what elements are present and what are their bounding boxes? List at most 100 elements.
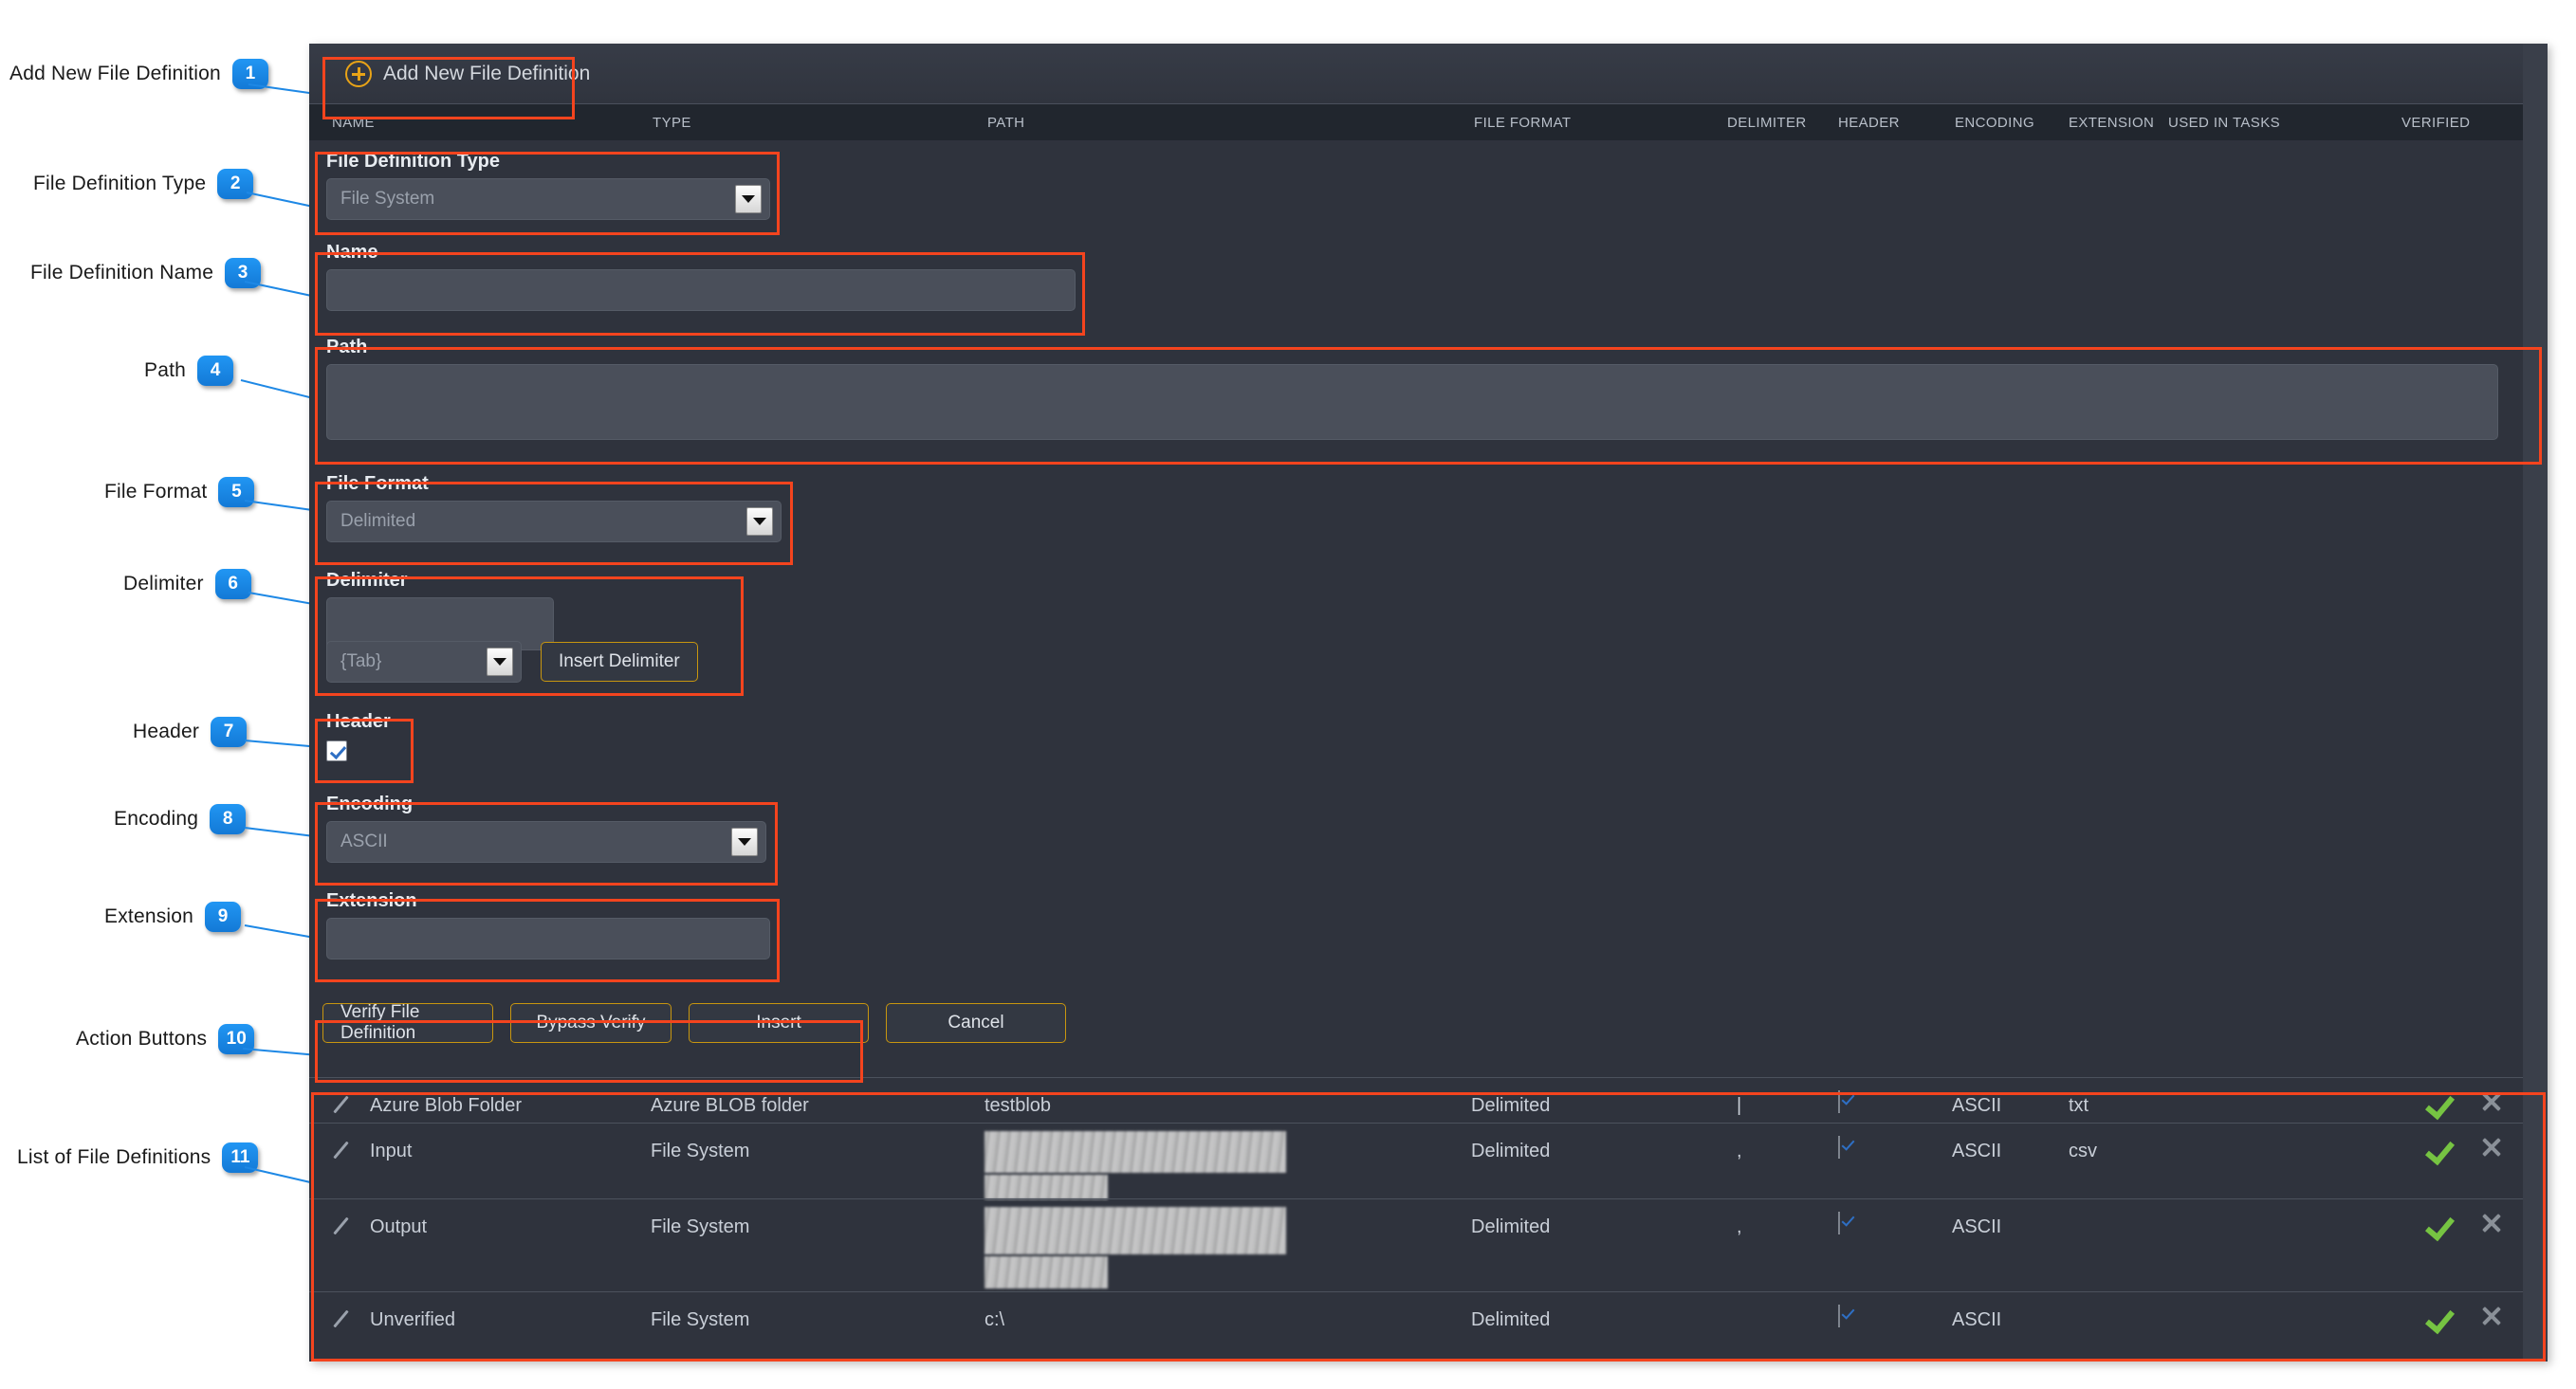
chevron-down-icon[interactable] (746, 507, 773, 536)
callout-badge: 7 (211, 717, 248, 747)
field-path: Path (317, 328, 2508, 449)
file-definition-type-value: File System (340, 189, 435, 209)
table-row[interactable]: Unverified File System c:\ Delimited ASC… (309, 1291, 2523, 1350)
cancel-button[interactable]: Cancel (886, 1003, 1066, 1043)
delete-row-icon[interactable] (2479, 1304, 2504, 1328)
table-row[interactable]: Azure Blob Folder Azure BLOB folder test… (309, 1077, 2523, 1123)
callout-leader (246, 192, 320, 210)
name-input[interactable] (326, 269, 1076, 311)
toolbar: Add New File Definition (309, 44, 2523, 104)
insert-delimiter-button[interactable]: Insert Delimiter (541, 642, 698, 682)
callout-6: Delimiter 6 (123, 569, 251, 599)
field-extension: Extension (317, 882, 780, 969)
callout-3: File Definition Name 3 (30, 258, 262, 288)
extension-label: Extension (326, 890, 417, 911)
callout-badge: 2 (217, 169, 254, 199)
plus-circle-icon (345, 61, 372, 87)
file-format-label: File Format (326, 473, 429, 494)
callout-4: Path 4 (144, 356, 233, 386)
file-definitions-panel: Add New File Definition NAME TYPE PATH F… (309, 44, 2548, 1362)
callout-leader (244, 281, 320, 299)
column-header-file-format: FILE FORMAT (1474, 115, 1572, 131)
verified-check-icon[interactable] (2426, 1089, 2455, 1118)
callout-label: Extension (104, 905, 194, 927)
verified-check-icon[interactable] (2426, 1211, 2455, 1239)
verify-file-definition-button[interactable]: Verify File Definition (322, 1002, 493, 1043)
row-header-checkbox[interactable] (1838, 1090, 1840, 1113)
callout-label: Add New File Definition (9, 63, 221, 84)
cell-encoding: ASCII (1952, 1095, 2002, 1116)
cell-file-format: Delimited (1471, 1141, 1551, 1161)
vertical-scrollbar[interactable] (2523, 44, 2548, 1362)
edit-icon[interactable] (330, 1095, 351, 1116)
insert-button[interactable]: Insert (689, 1003, 869, 1043)
edit-icon[interactable] (330, 1141, 351, 1161)
cell-name: Output (370, 1216, 428, 1237)
delimiter-select[interactable]: {Tab} (326, 641, 522, 683)
cell-type: File System (651, 1141, 750, 1161)
column-header-row: NAME TYPE PATH FILE FORMAT DELIMITER HEA… (309, 104, 2523, 140)
bypass-verify-button[interactable]: Bypass Verify (510, 1003, 672, 1043)
file-definition-type-select[interactable]: File System (326, 178, 770, 220)
edit-icon[interactable] (330, 1216, 351, 1237)
callout-2: File Definition Type 2 (33, 169, 254, 199)
edit-icon[interactable] (330, 1309, 351, 1330)
callout-label: File Definition Type (33, 173, 207, 194)
callout-badge: 4 (197, 356, 233, 386)
callout-label: Path (144, 359, 186, 381)
delimiter-select-value: {Tab} (340, 651, 382, 671)
add-new-file-definition-button[interactable]: Add New File Definition (332, 53, 603, 95)
cell-path-redacted (984, 1131, 1286, 1173)
column-header-extension: EXTENSION (2069, 115, 2155, 131)
encoding-select[interactable]: ASCII (326, 821, 766, 863)
field-header: Header (317, 703, 421, 771)
cell-name: Input (370, 1141, 413, 1161)
cell-encoding: ASCII (1952, 1141, 2002, 1161)
callout-badge: 6 (214, 569, 251, 599)
cell-type: File System (651, 1216, 750, 1237)
cell-type: File System (651, 1309, 750, 1330)
table-row[interactable]: Output File System Delimited , ASCII (309, 1198, 2523, 1291)
delete-row-icon[interactable] (2479, 1135, 2504, 1160)
cell-path-redacted (984, 1207, 1286, 1254)
chevron-down-icon[interactable] (731, 828, 758, 856)
cell-delimiter: | (1737, 1095, 1742, 1116)
field-file-definition-type: File Definition Type File System (317, 142, 780, 229)
verified-check-icon[interactable] (2426, 1304, 2455, 1332)
callout-label: Header (133, 721, 200, 742)
chevron-down-icon[interactable] (735, 185, 762, 213)
column-header-header: HEADER (1838, 115, 1900, 131)
row-header-checkbox[interactable] (1838, 1136, 1840, 1159)
cell-path: testblob (984, 1095, 1052, 1116)
row-header-checkbox[interactable] (1838, 1305, 1840, 1327)
delete-row-icon[interactable] (2479, 1089, 2504, 1114)
callout-badge: 5 (218, 477, 255, 507)
header-label: Header (326, 711, 391, 732)
encoding-label: Encoding (326, 794, 414, 814)
cell-extension: txt (2069, 1095, 2089, 1116)
callout-5: File Format 5 (104, 477, 255, 507)
file-format-select[interactable]: Delimited (326, 501, 782, 542)
extension-input[interactable] (326, 918, 770, 960)
cell-encoding: ASCII (1952, 1309, 2002, 1330)
cell-path-redacted (984, 1256, 1108, 1288)
cell-header (1838, 1212, 1840, 1234)
path-input[interactable] (326, 364, 2498, 440)
column-header-delimiter: DELIMITER (1727, 115, 1807, 131)
file-format-value: Delimited (340, 511, 416, 531)
cell-header (1838, 1136, 1840, 1159)
column-header-encoding: ENCODING (1955, 115, 2035, 131)
row-header-checkbox[interactable] (1838, 1212, 1840, 1234)
verified-check-icon[interactable] (2426, 1135, 2455, 1163)
column-header-path: PATH (987, 115, 1025, 131)
callout-badge: 8 (210, 804, 247, 834)
delete-row-icon[interactable] (2479, 1211, 2504, 1235)
cell-file-format: Delimited (1471, 1095, 1551, 1116)
header-checkbox[interactable] (326, 740, 347, 761)
column-header-type: TYPE (653, 115, 691, 131)
callout-9: Extension 9 (104, 902, 242, 932)
table-row[interactable]: Input File System Delimited , ASCII csv (309, 1123, 2523, 1199)
chevron-down-icon[interactable] (487, 648, 513, 676)
callout-7: Header 7 (133, 717, 248, 747)
cell-file-format: Delimited (1471, 1309, 1551, 1330)
